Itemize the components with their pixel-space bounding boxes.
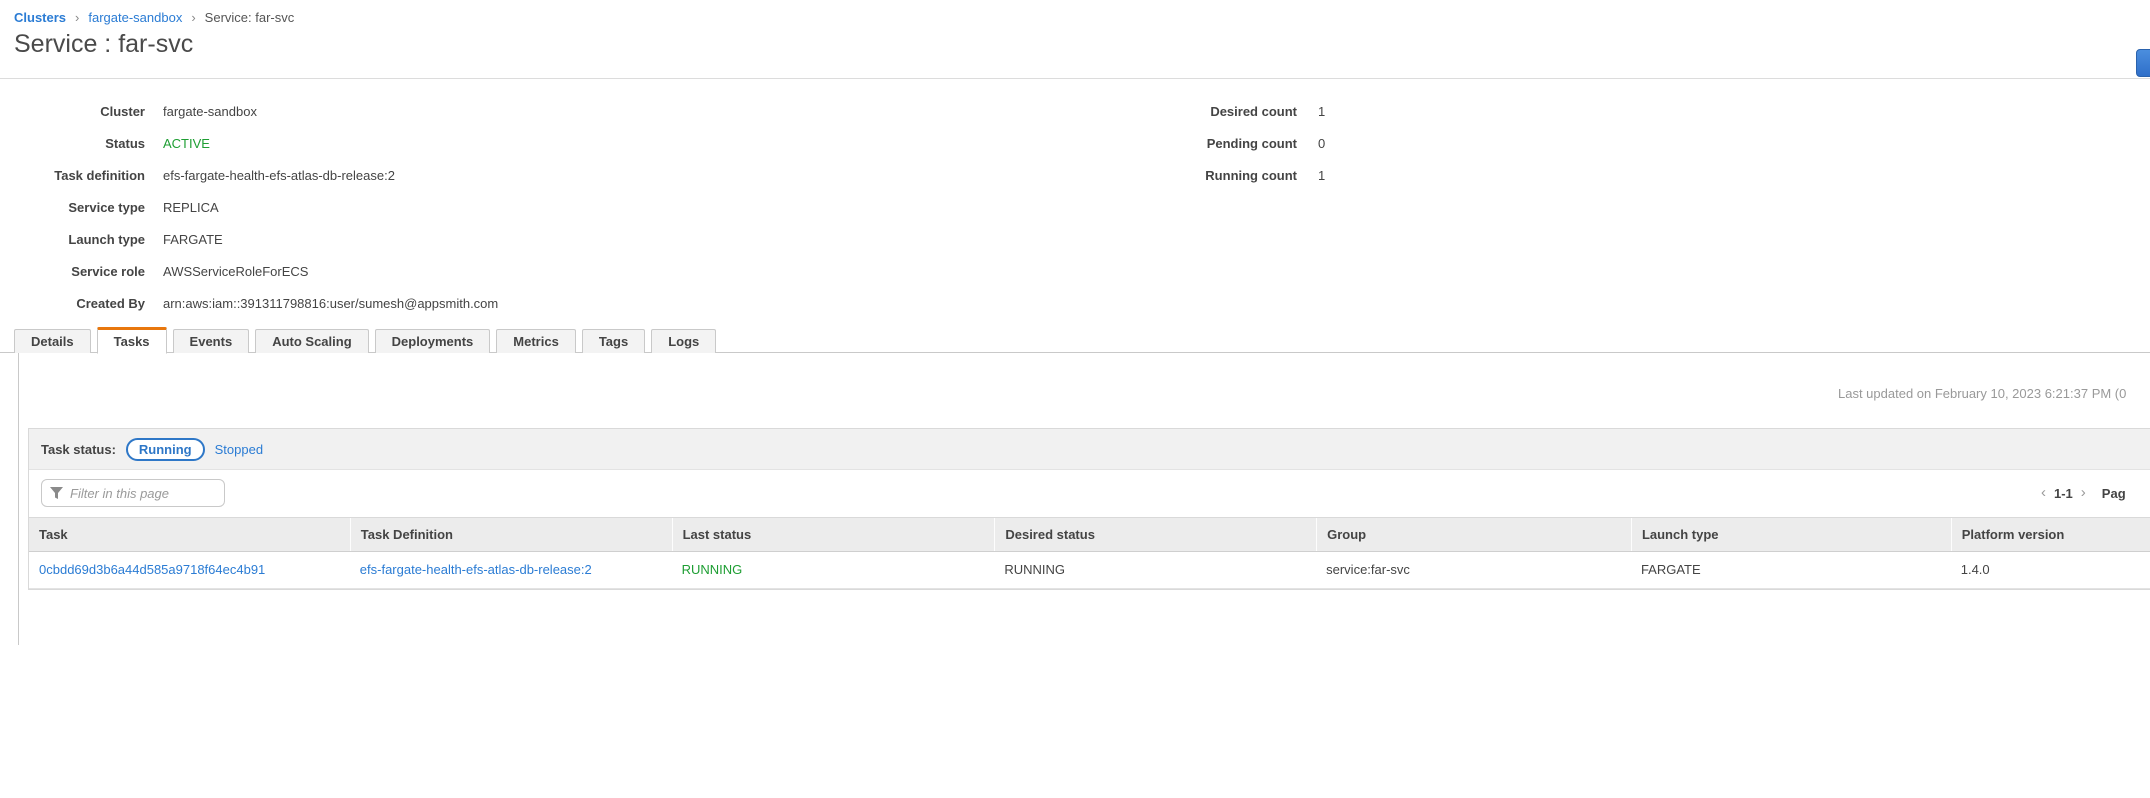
- column-header-group[interactable]: Group: [1316, 518, 1631, 551]
- pagination: ‹ 1-1 › Pag: [2041, 484, 2126, 502]
- detail-row-created-by: Created By arn:aws:iam::391311798816:use…: [0, 287, 498, 319]
- breadcrumb-separator-icon: ›: [75, 10, 79, 25]
- task-definition-link[interactable]: efs-fargate-health-efs-atlas-db-release:…: [163, 168, 395, 183]
- detail-label: Running count: [1050, 168, 1297, 183]
- row-group: service:far-svc: [1316, 552, 1631, 588]
- tasks-table-header: Task Task Definition Last status Desired…: [29, 517, 2150, 552]
- update-button[interactable]: [2136, 49, 2150, 77]
- detail-row-service-role: Service role AWSServiceRoleForECS: [0, 255, 498, 287]
- breadcrumb-separator-icon: ›: [191, 10, 195, 25]
- tab-auto-scaling[interactable]: Auto Scaling: [255, 329, 368, 353]
- row-task-definition-link[interactable]: efs-fargate-health-efs-atlas-db-release:…: [360, 562, 592, 577]
- desired-count-value: 1: [1318, 104, 1325, 119]
- tab-details[interactable]: Details: [14, 329, 91, 353]
- service-details-left: Cluster fargate-sandbox Status ACTIVE Ta…: [0, 95, 498, 319]
- task-status-bar: Task status: Running Stopped: [29, 429, 2150, 470]
- filter-input[interactable]: [41, 479, 225, 507]
- column-header-last-status[interactable]: Last status: [672, 518, 995, 551]
- pagination-range: 1-1: [2054, 486, 2073, 501]
- status-filter-running[interactable]: Running: [126, 438, 205, 461]
- pagination-page-label: Pag: [2102, 486, 2126, 501]
- detail-label: Desired count: [1050, 104, 1297, 119]
- row-desired-status: RUNNING: [994, 552, 1316, 588]
- detail-label: Launch type: [0, 232, 145, 247]
- table-row: 0cbdd69d3b6a44d585a9718f64ec4b91 efs-far…: [29, 552, 2150, 589]
- column-header-task-definition[interactable]: Task Definition: [350, 518, 672, 551]
- last-updated-text: Last updated on February 10, 2023 6:21:3…: [1838, 386, 2126, 401]
- created-by-value: arn:aws:iam::391311798816:user/sumesh@ap…: [163, 296, 498, 311]
- tab-tasks[interactable]: Tasks: [97, 327, 167, 354]
- tabbar: Details Tasks Events Auto Scaling Deploy…: [14, 326, 716, 353]
- task-status-label: Task status:: [41, 442, 116, 457]
- detail-label: Status: [0, 136, 145, 151]
- service-type-value: REPLICA: [163, 200, 219, 215]
- tab-metrics[interactable]: Metrics: [496, 329, 576, 353]
- tab-tags[interactable]: Tags: [582, 329, 645, 353]
- tab-logs[interactable]: Logs: [651, 329, 716, 353]
- column-header-desired-status[interactable]: Desired status: [994, 518, 1316, 551]
- column-header-launch-type[interactable]: Launch type: [1631, 518, 1951, 551]
- status-filter-stopped[interactable]: Stopped: [215, 442, 263, 457]
- filter-funnel-icon: [50, 487, 63, 499]
- detail-label: Cluster: [0, 104, 145, 119]
- breadcrumb-clusters-link[interactable]: Clusters: [14, 10, 66, 25]
- tab-events[interactable]: Events: [173, 329, 250, 353]
- detail-row-service-type: Service type REPLICA: [0, 191, 498, 223]
- row-last-status: RUNNING: [672, 552, 995, 588]
- breadcrumb-cluster-link[interactable]: fargate-sandbox: [88, 10, 182, 25]
- task-id-link[interactable]: 0cbdd69d3b6a44d585a9718f64ec4b91: [39, 562, 265, 577]
- detail-label: Task definition: [0, 168, 145, 183]
- service-role-value: AWSServiceRoleForECS: [163, 264, 308, 279]
- title-divider: [0, 78, 2150, 79]
- detail-label: Pending count: [1050, 136, 1297, 151]
- column-header-platform-version[interactable]: Platform version: [1951, 518, 2150, 551]
- detail-label: Service type: [0, 200, 145, 215]
- pagination-prev-icon[interactable]: ‹: [2041, 484, 2046, 502]
- detail-row-desired-count: Desired count 1: [1050, 95, 1325, 127]
- table-toolbar: ‹ 1-1 › Pag: [29, 470, 2150, 517]
- detail-row-cluster: Cluster fargate-sandbox: [0, 95, 498, 127]
- launch-type-value: FARGATE: [163, 232, 223, 247]
- detail-row-task-definition: Task definition efs-fargate-health-efs-a…: [0, 159, 498, 191]
- pagination-next-icon[interactable]: ›: [2081, 484, 2086, 502]
- column-header-task[interactable]: Task: [29, 518, 350, 551]
- breadcrumb-current: Service: far-svc: [205, 10, 295, 25]
- filter-input-wrapper: [41, 479, 225, 507]
- breadcrumb: Clusters › fargate-sandbox › Service: fa…: [14, 10, 294, 25]
- detail-row-launch-type: Launch type FARGATE: [0, 223, 498, 255]
- detail-label: Created By: [0, 296, 145, 311]
- row-launch-type: FARGATE: [1631, 552, 1951, 588]
- service-details-right: Desired count 1 Pending count 0 Running …: [1050, 95, 1325, 191]
- detail-row-running-count: Running count 1: [1050, 159, 1325, 191]
- row-platform-version: 1.4.0: [1951, 552, 2150, 588]
- detail-row-status: Status ACTIVE: [0, 127, 498, 159]
- detail-label: Service role: [0, 264, 145, 279]
- running-count-value: 1: [1318, 168, 1325, 183]
- page-title: Service : far-svc: [14, 30, 193, 59]
- cluster-link[interactable]: fargate-sandbox: [163, 104, 257, 119]
- tab-content-border: [18, 353, 19, 645]
- tasks-panel: Task status: Running Stopped ‹ 1-1 › Pag…: [28, 428, 2150, 590]
- tab-deployments[interactable]: Deployments: [375, 329, 491, 353]
- pending-count-value: 0: [1318, 136, 1325, 151]
- service-status-value: ACTIVE: [163, 136, 210, 151]
- detail-row-pending-count: Pending count 0: [1050, 127, 1325, 159]
